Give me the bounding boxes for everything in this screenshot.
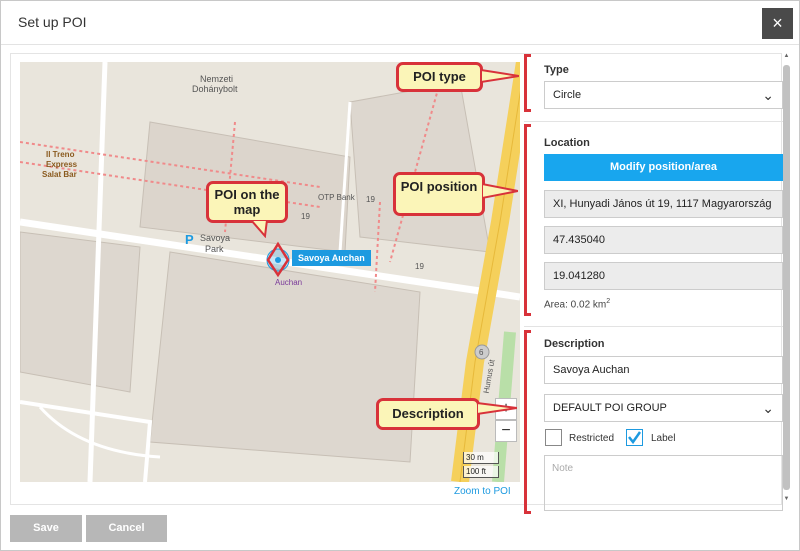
map-label-savoya: Savoya [200,233,231,243]
bracket-location [524,124,531,316]
checkmark-icon [628,431,642,445]
close-button[interactable]: × [762,8,793,39]
note-textarea[interactable]: Note [544,455,783,511]
type-label: Type [544,64,569,76]
scroll-up-icon[interactable]: ▲ [782,53,791,59]
type-select[interactable]: Circle ⌄ [544,81,783,109]
callout-arrow-position [482,182,518,200]
close-icon: × [772,13,783,33]
dialog-title: Set up POI [18,14,87,30]
map-label-dohanybolt: Dohánybolt [192,84,238,94]
callout-poi-on-map: POI on the map [206,181,288,223]
divider-1 [524,121,788,122]
dialog-titlebar: Set up POI × [1,1,799,45]
map-poi-label[interactable]: Savoya Auchan [292,250,371,266]
map-label-road-num: 6 [479,348,484,357]
group-select-value: DEFAULT POI GROUP [553,402,667,414]
minus-icon: − [501,422,511,439]
panel-scrollbar[interactable]: ▲ ▼ [782,53,791,505]
map-label-num19a: 19 [301,212,310,221]
setup-poi-dialog: Set up POI × Nemzeti Dohánybolt Il Treno… [0,0,800,551]
restricted-checkbox[interactable] [545,429,562,446]
bracket-type [524,54,531,112]
latitude-field[interactable]: 47.435040 [544,226,783,254]
map-label-nemzeti: Nemzeti [200,74,234,84]
chevron-down-icon: ⌄ [762,87,774,103]
group-select[interactable]: DEFAULT POI GROUP ⌄ [544,394,783,422]
map-label-num19c: 19 [415,262,424,271]
callout-arrow-description [477,401,517,416]
area-value: Area: 0.02 km [544,299,607,311]
scale-feet: 100 ft [463,466,499,478]
map-label-num19b: 19 [366,195,375,204]
callout-poi-type: POI type [396,62,483,92]
scrollbar-thumb[interactable] [783,65,790,490]
description-input[interactable]: Savoya Auchan [544,356,783,384]
callout-arrow-map [251,220,269,238]
callout-poi-position: POI position [393,172,485,216]
map-label-treno1: Il Treno [46,150,75,159]
map-label-auchan: Auchan [275,278,303,287]
cancel-button[interactable]: Cancel [86,515,167,542]
location-label: Location [544,137,590,149]
longitude-field[interactable]: 19.041280 [544,262,783,290]
label-label: Label [651,433,676,444]
area-unit-sup: 2 [606,298,611,305]
map-label-treno3: Salat Bar [42,170,77,179]
type-select-value: Circle [553,89,582,101]
modify-position-button[interactable]: Modify position/area [544,154,783,181]
chevron-down-icon: ⌄ [762,400,774,416]
description-label: Description [544,338,605,350]
dialog-content: Nemzeti Dohánybolt Il Treno Express Sala… [10,53,788,514]
scroll-down-icon[interactable]: ▼ [782,496,791,502]
zoom-out-button[interactable]: − [495,420,517,442]
area-text: Area: 0.02 km2 [544,298,610,310]
map-label-treno2: Express [46,160,78,169]
callout-description: Description [376,398,480,430]
parking-icon: P [185,232,194,247]
scale-meters: 30 m [463,452,499,464]
map-label-otp: OTP Bank [318,193,355,202]
address-field[interactable]: XI, Hunyadi János út 19, 1117 Magyarorsz… [544,190,783,218]
zoom-to-poi-link[interactable]: Zoom to POI [454,486,511,497]
bracket-description [524,330,531,514]
divider-2 [524,326,788,327]
map-label-park: Park [205,244,224,254]
callout-arrow-type [481,68,519,84]
dialog-footer: Save Cancel [1,506,799,551]
restricted-label: Restricted [569,433,615,444]
poi-settings-panel: Type Circle ⌄ Location Modify position/a… [524,54,788,514]
label-checkbox[interactable] [626,429,643,446]
save-button[interactable]: Save [10,515,82,542]
